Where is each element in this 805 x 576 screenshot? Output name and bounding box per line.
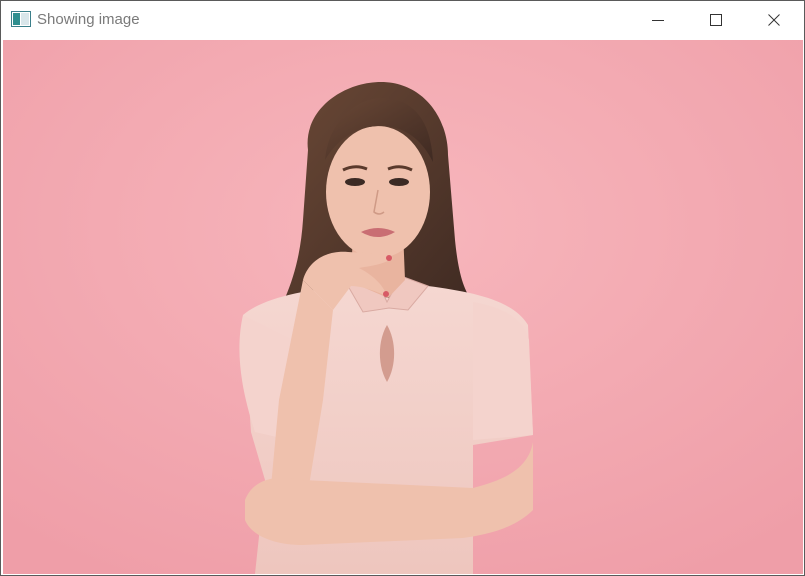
displayed-image xyxy=(3,40,803,574)
window-title: Showing image xyxy=(37,11,140,28)
portrait-photo xyxy=(3,40,803,574)
right-eye xyxy=(389,178,409,186)
nail xyxy=(386,255,392,261)
left-eye xyxy=(345,178,365,186)
nail xyxy=(383,291,389,297)
minimize-button[interactable] xyxy=(629,1,687,39)
close-button[interactable] xyxy=(745,1,803,39)
close-icon xyxy=(768,14,780,26)
image-window-icon xyxy=(11,11,31,27)
title-bar[interactable]: Showing image xyxy=(1,1,804,39)
image-viewer-window: Showing image xyxy=(0,0,805,576)
minimize-icon xyxy=(652,20,664,21)
maximize-icon xyxy=(710,14,722,26)
maximize-button[interactable] xyxy=(687,1,745,39)
